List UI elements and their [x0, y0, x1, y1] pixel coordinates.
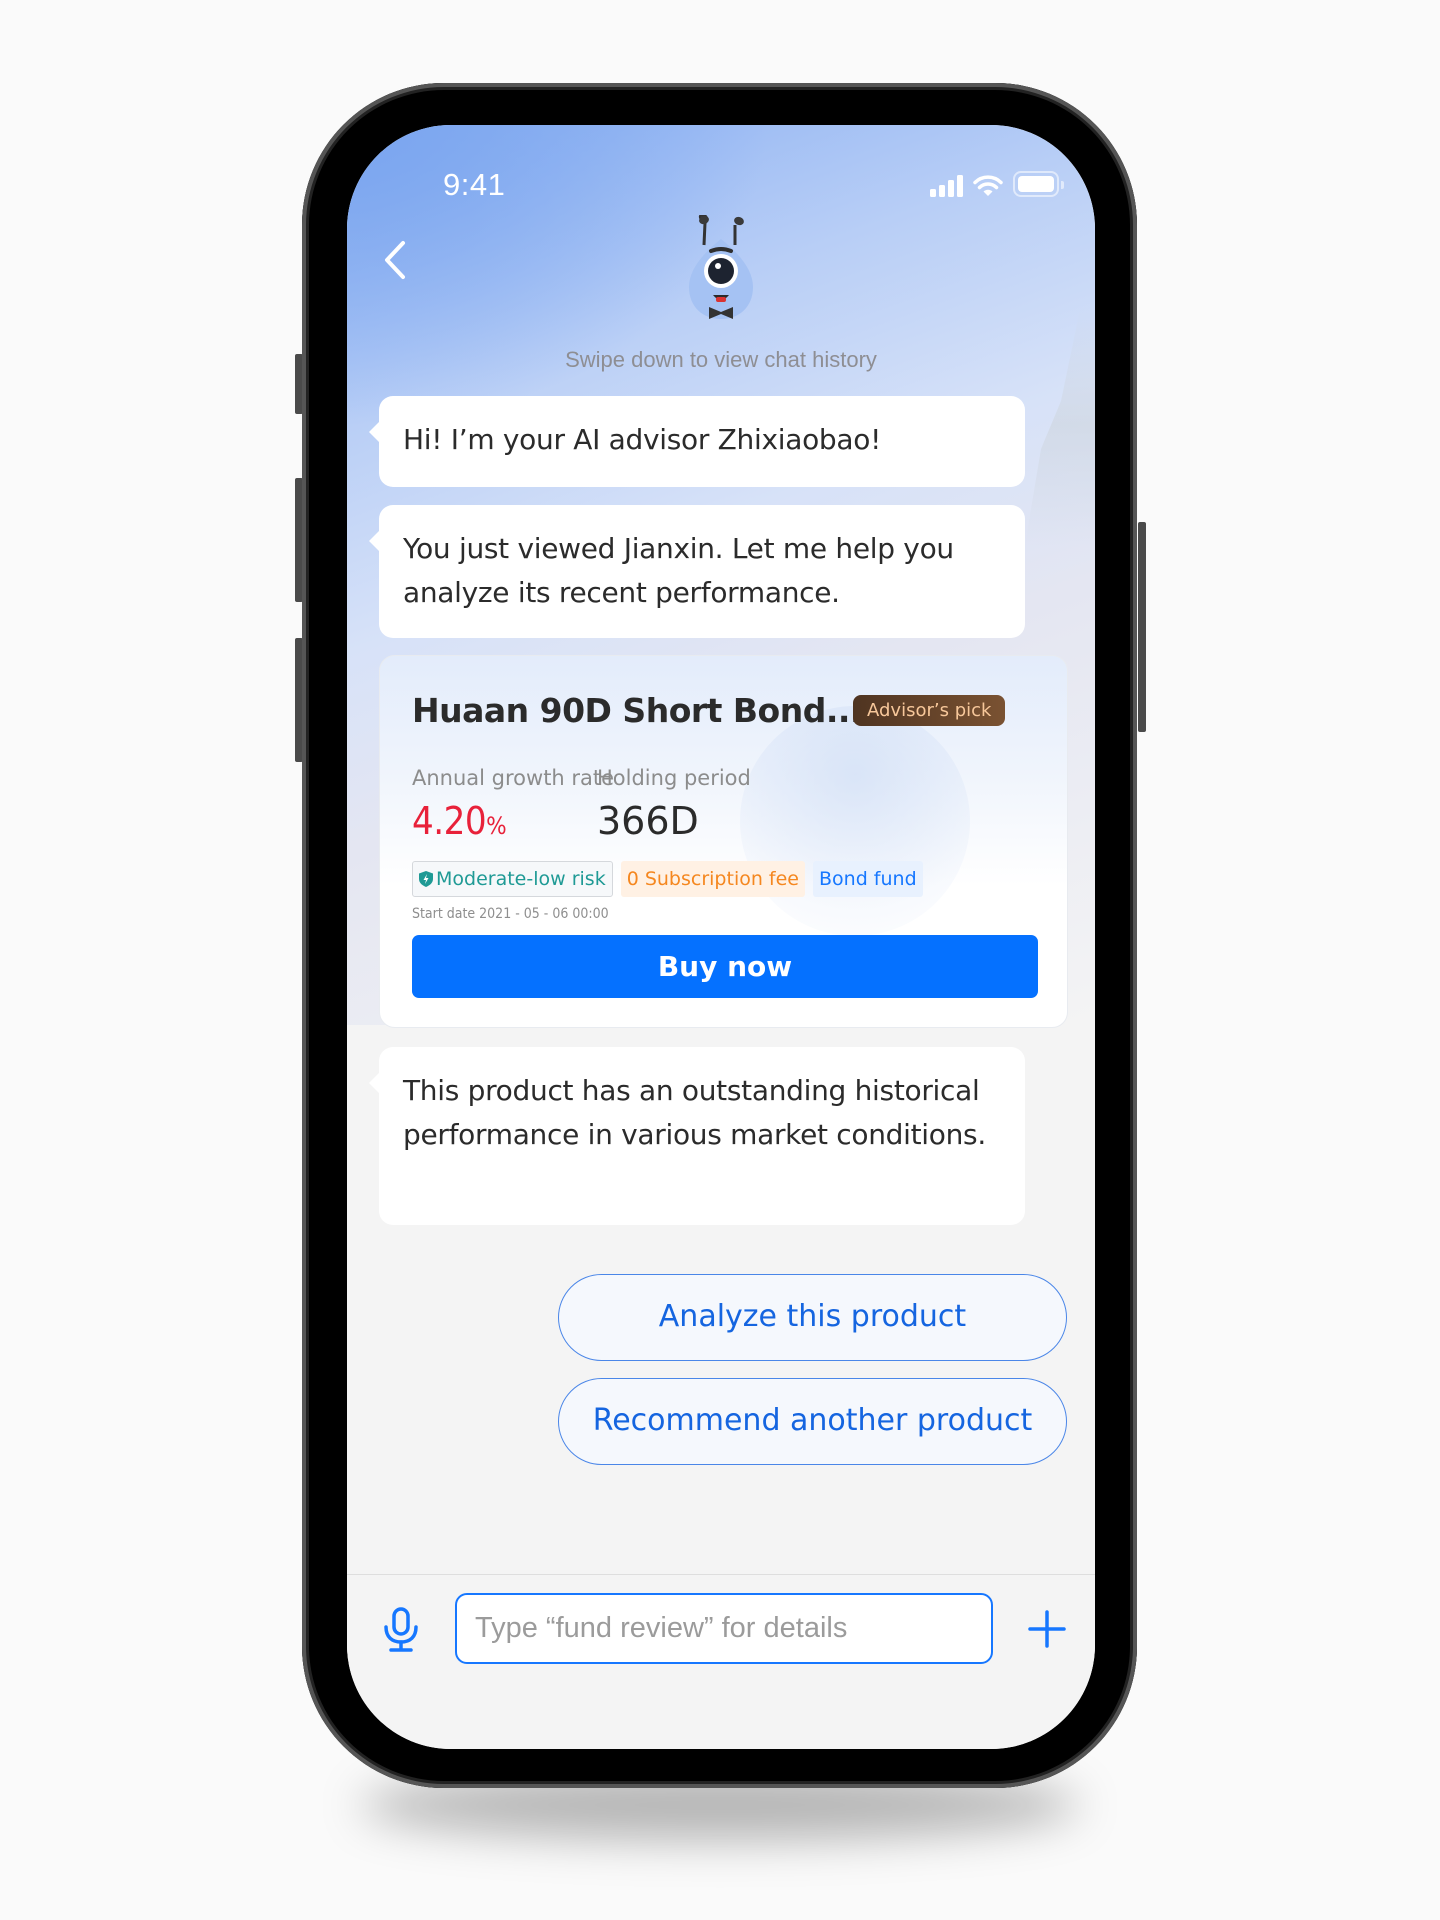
message-input[interactable]: [455, 1593, 993, 1664]
holding-period-value: 366D: [597, 799, 699, 843]
buy-now-button[interactable]: Buy now: [412, 935, 1038, 998]
back-chevron-icon[interactable]: [375, 235, 415, 285]
message-text: This product has an outstanding historic…: [403, 1074, 986, 1151]
status-time: 9:41: [443, 167, 506, 202]
advisor-message-bubble: This product has an outstanding historic…: [369, 1047, 1025, 1225]
growth-rate-label: Annual growth rate: [412, 766, 615, 790]
shield-icon: [419, 871, 433, 887]
product-tags: Moderate-low risk 0 Subscription fee Bon…: [412, 861, 923, 897]
phone-screen: 9:41 Swipe down to view chat history Hi!…: [347, 125, 1095, 1749]
battery-icon: [1013, 171, 1064, 197]
subscription-fee-label: 0 Subscription fee: [626, 868, 799, 890]
product-card[interactable]: Huaan 90D Short Bond... Advisor’s pick A…: [379, 655, 1068, 1028]
phone-frame: 9:41 Swipe down to view chat history Hi!…: [302, 83, 1137, 1788]
growth-rate-value: 4.20%: [412, 799, 507, 843]
power-button: [1138, 522, 1146, 732]
quick-reply-recommend-another[interactable]: Recommend another product: [558, 1378, 1067, 1465]
holding-period-label: Holding period: [597, 766, 751, 790]
chat-history-hint: Swipe down to view chat history: [565, 347, 877, 372]
growth-rate-number: 4.20: [412, 799, 487, 843]
advisors-pick-badge: Advisor’s pick: [853, 695, 1006, 726]
risk-level-tag: Moderate-low risk: [412, 861, 613, 897]
advisor-message-bubble: You just viewed Jianxin. Let me help you…: [369, 505, 1025, 638]
status-icons: [930, 171, 1064, 197]
growth-rate-unit: %: [486, 812, 507, 840]
advisor-message-bubble: Hi! I’m your AI advisor Zhixiaobao!: [369, 396, 1025, 487]
ai-advisor-mascot-avatar: [689, 215, 753, 319]
message-text: Hi! I’m your AI advisor Zhixiaobao!: [403, 423, 882, 456]
subscription-fee-tag: 0 Subscription fee: [620, 861, 805, 897]
message-composer: [347, 1574, 1095, 1749]
product-title[interactable]: Huaan 90D Short Bond...: [412, 691, 862, 730]
card-decorative-circle: [740, 706, 970, 936]
quick-reply-analyze-product[interactable]: Analyze this product: [558, 1274, 1067, 1361]
microphone-icon[interactable]: [383, 1607, 419, 1653]
plus-icon[interactable]: [1027, 1609, 1067, 1649]
fund-type-label: Bond fund: [819, 868, 917, 890]
risk-level-label: Moderate-low risk: [436, 868, 606, 890]
fund-type-tag: Bond fund: [813, 861, 923, 897]
message-text: You just viewed Jianxin. Let me help you…: [403, 532, 954, 609]
start-date: Start date 2021 - 05 - 06 00:00: [412, 906, 609, 922]
cellular-signal-icon: [930, 175, 963, 197]
wifi-icon: [973, 175, 1003, 196]
